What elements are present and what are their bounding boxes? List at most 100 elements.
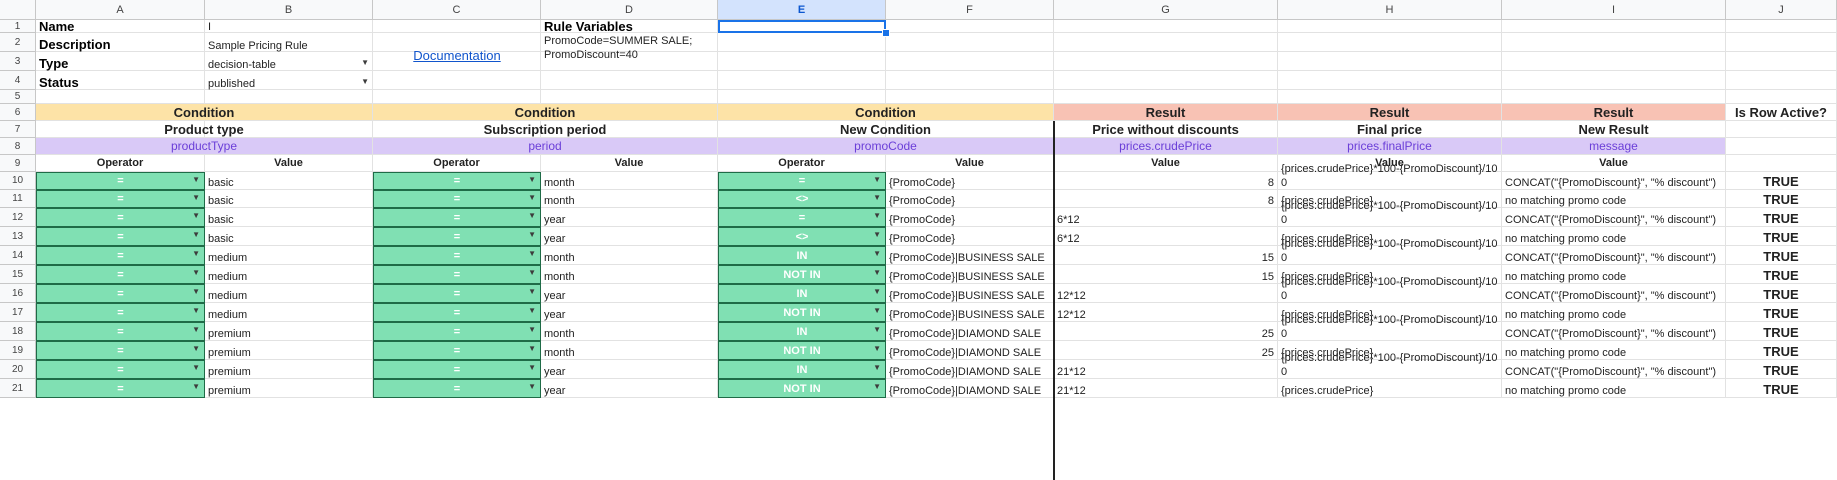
rule-variables-value[interactable]: PromoCode=SUMMER SALE; PromoDiscount=40 xyxy=(541,34,711,70)
value-final-price[interactable]: {prices.crudePrice}*100-{PromoDiscount}/… xyxy=(1278,160,1502,190)
value-message[interactable]: CONCAT("{PromoDiscount}", "% discount") xyxy=(1502,208,1726,227)
caret-down-icon[interactable]: ▼ xyxy=(873,249,881,258)
grid-cell[interactable] xyxy=(1726,155,1837,172)
caret-down-icon[interactable]: ▼ xyxy=(873,211,881,220)
caret-down-icon[interactable]: ▼ xyxy=(873,325,881,334)
name-value[interactable]: I xyxy=(205,20,373,33)
row-header-20[interactable]: 20 xyxy=(0,360,36,379)
operator-product-type[interactable]: = ▼ xyxy=(36,172,205,190)
operator-promo-code[interactable]: IN ▼ xyxy=(718,322,886,341)
value-period[interactable]: year xyxy=(541,284,718,303)
value-crude-price[interactable]: 8 xyxy=(1054,172,1278,190)
caret-down-icon[interactable]: ▼ xyxy=(192,325,200,334)
row-header-16[interactable]: 16 xyxy=(0,284,36,303)
caret-down-icon[interactable]: ▼ xyxy=(873,287,881,296)
selected-cell-e1[interactable] xyxy=(718,20,886,33)
value-crude-price[interactable]: 6*12 xyxy=(1054,208,1278,227)
operator-period[interactable]: = ▼ xyxy=(373,322,541,341)
status-label[interactable]: Status xyxy=(36,71,205,90)
caret-down-icon[interactable]: ▼ xyxy=(192,287,200,296)
operator-promo-code[interactable]: <> ▼ xyxy=(718,227,886,246)
caret-down-icon[interactable]: ▼ xyxy=(192,249,200,258)
value-product-type[interactable]: basic xyxy=(205,190,373,208)
name-label[interactable]: Name xyxy=(36,19,205,34)
column-header-g[interactable]: G xyxy=(1054,0,1278,20)
grid-cell[interactable] xyxy=(541,71,718,90)
grid-cell[interactable] xyxy=(886,52,1054,71)
value-promo-code[interactable]: {PromoCode}|BUSINESS SALE xyxy=(886,265,1054,284)
row-header-15[interactable]: 15 xyxy=(0,265,36,284)
value-product-type[interactable]: premium xyxy=(205,322,373,341)
grid-cell[interactable] xyxy=(886,71,1054,90)
fill-handle[interactable] xyxy=(882,29,890,37)
value-crude-price[interactable]: 8 xyxy=(1054,190,1278,208)
value-promo-code[interactable]: {PromoCode} xyxy=(886,227,1054,246)
value-product-type[interactable]: medium xyxy=(205,246,373,265)
caret-down-icon[interactable]: ▼ xyxy=(528,193,536,202)
grid-cell[interactable] xyxy=(1502,90,1726,104)
select-all-corner[interactable] xyxy=(0,0,36,20)
grid-cell[interactable] xyxy=(1502,33,1726,52)
caret-down-icon[interactable]: ▼ xyxy=(528,287,536,296)
caret-down-icon[interactable]: ▼ xyxy=(528,211,536,220)
value-period[interactable]: year xyxy=(541,227,718,246)
operator-period[interactable]: = ▼ xyxy=(373,265,541,284)
value-final-price[interactable]: {prices.crudePrice}*100-{PromoDiscount}/… xyxy=(1278,196,1502,227)
grid-cell[interactable] xyxy=(1726,138,1837,155)
grid-cell[interactable] xyxy=(718,71,886,90)
caret-down-icon[interactable]: ▼ xyxy=(361,58,369,67)
column-header-a[interactable]: A xyxy=(36,0,205,20)
description-value[interactable]: Sample Pricing Rule xyxy=(205,33,373,52)
caret-down-icon[interactable]: ▼ xyxy=(528,306,536,315)
value-period[interactable]: month xyxy=(541,265,718,284)
grid-cell[interactable] xyxy=(36,90,205,104)
column-header-e[interactable]: E xyxy=(718,0,886,20)
value-crude-price[interactable]: 15 xyxy=(1054,246,1278,265)
row-header-2[interactable]: 2 xyxy=(0,33,36,52)
value-crude-price[interactable]: 12*12 xyxy=(1054,284,1278,303)
caret-down-icon[interactable]: ▼ xyxy=(873,382,881,391)
operator-product-type[interactable]: = ▼ xyxy=(36,341,205,360)
grid-cell[interactable] xyxy=(1278,71,1502,90)
documentation-link[interactable]: Documentation xyxy=(373,20,541,90)
column-header-j[interactable]: J xyxy=(1726,0,1837,20)
grid-cell[interactable] xyxy=(886,20,1054,33)
row-header-8[interactable]: 8 xyxy=(0,138,36,155)
grid-cell[interactable] xyxy=(718,33,886,52)
operator-period[interactable]: = ▼ xyxy=(373,379,541,398)
operator-product-type[interactable]: = ▼ xyxy=(36,208,205,227)
value-message[interactable]: CONCAT("{PromoDiscount}", "% discount") xyxy=(1502,284,1726,303)
value-message[interactable]: CONCAT("{PromoDiscount}", "% discount") xyxy=(1502,322,1726,341)
row-header-14[interactable]: 14 xyxy=(0,246,36,265)
grid-cell[interactable] xyxy=(718,52,886,71)
operator-promo-code[interactable]: NOT IN ▼ xyxy=(718,341,886,360)
grid-cell[interactable] xyxy=(1726,71,1837,90)
grid-cell[interactable] xyxy=(1278,33,1502,52)
operator-product-type[interactable]: = ▼ xyxy=(36,265,205,284)
value-message[interactable]: no matching promo code xyxy=(1502,341,1726,360)
grid-cell[interactable] xyxy=(1726,20,1837,33)
grid-cell[interactable] xyxy=(886,90,1054,104)
operator-period[interactable]: = ▼ xyxy=(373,190,541,208)
row-active-flag[interactable]: TRUE xyxy=(1726,172,1837,190)
grid-cell[interactable] xyxy=(1054,20,1278,33)
caret-down-icon[interactable]: ▼ xyxy=(361,77,369,86)
operator-product-type[interactable]: = ▼ xyxy=(36,303,205,322)
row-active-flag[interactable]: TRUE xyxy=(1726,360,1837,379)
row-header-4[interactable]: 4 xyxy=(0,71,36,90)
value-crude-price[interactable]: 12*12 xyxy=(1054,303,1278,322)
caret-down-icon[interactable]: ▼ xyxy=(192,211,200,220)
operator-product-type[interactable]: = ▼ xyxy=(36,246,205,265)
caret-down-icon[interactable]: ▼ xyxy=(873,230,881,239)
value-promo-code[interactable]: {PromoCode}|DIAMOND SALE xyxy=(886,379,1054,398)
value-message[interactable]: CONCAT("{PromoDiscount}", "% discount") xyxy=(1502,246,1726,265)
operator-promo-code[interactable]: IN ▼ xyxy=(718,246,886,265)
operator-product-type[interactable]: = ▼ xyxy=(36,360,205,379)
caret-down-icon[interactable]: ▼ xyxy=(528,230,536,239)
grid-cell[interactable] xyxy=(1278,52,1502,71)
grid-cell[interactable] xyxy=(1502,52,1726,71)
value-promo-code[interactable]: {PromoCode}|BUSINESS SALE xyxy=(886,246,1054,265)
operator-product-type[interactable]: = ▼ xyxy=(36,190,205,208)
operator-period[interactable]: = ▼ xyxy=(373,341,541,360)
row-active-flag[interactable]: TRUE xyxy=(1726,190,1837,208)
